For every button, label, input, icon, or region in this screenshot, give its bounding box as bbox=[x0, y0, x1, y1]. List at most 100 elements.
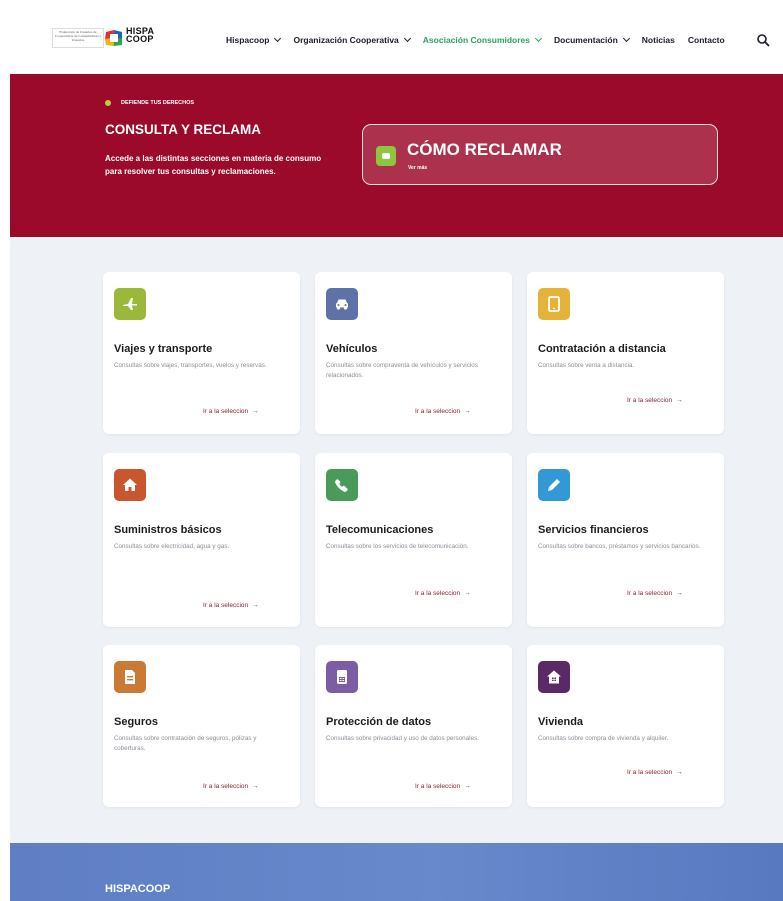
card-suministros-basicos[interactable]: Suministros básicos Consultas sobre elec… bbox=[103, 453, 300, 627]
nav-label: Asociación Consumidores bbox=[422, 35, 531, 45]
airplane-icon bbox=[114, 288, 146, 320]
card-title: Suministros básicos bbox=[114, 524, 222, 536]
site-footer: HISPACOOP bbox=[10, 843, 783, 901]
arrow-right-icon: → bbox=[464, 408, 471, 415]
arrow-right-icon: → bbox=[676, 590, 683, 597]
car-icon bbox=[326, 288, 358, 320]
card-description: Consultas sobre viajes, transportes, vue… bbox=[114, 362, 267, 369]
card-link[interactable]: Ir a la seleccion → bbox=[627, 397, 683, 404]
nav-item-hispacoop[interactable]: Hispacoop bbox=[226, 34, 282, 45]
card-title: Servicios financieros bbox=[538, 524, 649, 536]
house-icon bbox=[538, 661, 570, 693]
card-link[interactable]: Ir a la seleccion → bbox=[627, 590, 683, 597]
card-title: Protección de datos bbox=[326, 716, 432, 728]
phone-icon bbox=[326, 469, 358, 501]
ver-mas-link[interactable]: Ver más bbox=[408, 165, 427, 171]
nav-label: Organización Cooperativa bbox=[293, 35, 399, 45]
nav-item-noticias[interactable]: Noticias bbox=[642, 35, 675, 45]
arrow-right-icon: → bbox=[676, 397, 683, 404]
chevron-down-icon bbox=[622, 34, 630, 43]
link-label: Ir a la seleccion bbox=[203, 408, 249, 415]
data-icon bbox=[326, 661, 358, 693]
card-description: Consultas sobre contratación de seguros,… bbox=[114, 735, 257, 752]
nav-item-contacto[interactable]: Contacto bbox=[688, 35, 725, 45]
card-description: Consultas sobre compraventa de vehículos… bbox=[326, 362, 478, 379]
link-label: Ir a la seleccion bbox=[203, 602, 249, 609]
card-link[interactable]: Ir a la seleccion → bbox=[203, 408, 259, 415]
card-link[interactable]: Ir a la seleccion → bbox=[203, 783, 259, 790]
card-title: Vehículos bbox=[326, 343, 378, 355]
link-label: Ir a la seleccion bbox=[415, 783, 461, 790]
card-title: Vivienda bbox=[538, 716, 584, 728]
chevron-down-icon bbox=[274, 34, 282, 43]
federation-logo[interactable]: Federación de Usuarios de Cooperativas d… bbox=[52, 28, 104, 48]
link-label: Ir a la seleccion bbox=[627, 769, 673, 776]
link-label: Ir a la seleccion bbox=[415, 590, 461, 597]
card-link[interactable]: Ir a la seleccion → bbox=[415, 783, 471, 790]
card-vivienda[interactable]: Vivienda Consultas sobre compra de vivie… bbox=[527, 645, 724, 807]
card-link[interactable]: Ir a la seleccion → bbox=[415, 590, 471, 597]
brand-line-2: COOP bbox=[126, 34, 154, 44]
link-label: Ir a la seleccion bbox=[627, 590, 673, 597]
arrow-right-icon: → bbox=[464, 783, 471, 790]
card-description: Consultas sobre bancos, préstamos y serv… bbox=[538, 543, 701, 550]
card-servicios-financieros[interactable]: Servicios financieros Consultas sobre ba… bbox=[527, 453, 724, 627]
card-title: Seguros bbox=[114, 716, 159, 728]
chevron-down-icon bbox=[403, 34, 411, 43]
hero-description: Accede a las distintas secciones en mate… bbox=[105, 154, 322, 176]
card-title: Telecomunicaciones bbox=[326, 524, 434, 536]
hispacoop-logo-icon[interactable] bbox=[104, 28, 124, 48]
eyebrow-text: DEFIENDE TUS DERECHOS bbox=[121, 100, 195, 106]
nav-item-documentacion[interactable]: Documentación bbox=[554, 34, 630, 45]
nav-label: Noticias bbox=[641, 35, 675, 45]
hero-banner: DEFIENDE TUS DERECHOS CONSULTA Y RECLAMA… bbox=[10, 74, 783, 237]
logo-caption: Federación de Usuarios de Cooperativas d… bbox=[54, 30, 102, 43]
hero-eyebrow: DEFIENDE TUS DERECHOS bbox=[105, 100, 194, 106]
card-link[interactable]: Ir a la seleccion → bbox=[627, 769, 683, 776]
page: Federación de Usuarios de Cooperativas d… bbox=[10, 0, 783, 901]
card-telecomunicaciones[interactable]: Telecomunicaciones Consultas sobre los s… bbox=[315, 453, 512, 627]
card-description: Consultas sobre compra de vivienda y alq… bbox=[538, 735, 669, 742]
bullet-icon bbox=[105, 100, 111, 106]
card-proteccion-datos[interactable]: Protección de datos Consultas sobre priv… bbox=[315, 645, 512, 807]
nav-label: Hispacoop bbox=[226, 35, 270, 45]
card-description: Consultas sobre los servicios de telecom… bbox=[326, 543, 469, 550]
document-icon bbox=[114, 661, 146, 693]
link-label: Ir a la seleccion bbox=[627, 397, 673, 404]
arrow-right-icon: → bbox=[252, 602, 259, 609]
card-description: Consultas sobre venta a distancia. bbox=[538, 362, 635, 369]
como-reclamar-button[interactable]: CÓMO RECLAMAR Ver más bbox=[362, 124, 718, 185]
card-vehiculos[interactable]: Vehículos Consultas sobre compraventa de… bbox=[315, 272, 512, 434]
link-label: Ir a la seleccion bbox=[415, 408, 461, 415]
como-reclamar-title: CÓMO RECLAMAR bbox=[407, 140, 562, 159]
pencil-icon bbox=[538, 469, 570, 501]
arrow-right-icon: → bbox=[252, 783, 259, 790]
link-label: Ir a la seleccion bbox=[203, 783, 249, 790]
brand-wordmark[interactable]: HISPA COOP bbox=[126, 27, 154, 44]
chat-icon bbox=[376, 146, 396, 166]
card-link[interactable]: Ir a la seleccion → bbox=[203, 602, 259, 609]
card-description: Consultas sobre privacidad y uso de dato… bbox=[326, 735, 479, 742]
card-viajes-transporte[interactable]: Viajes y transporte Consultas sobre viaj… bbox=[103, 272, 300, 434]
hero-title: CONSULTA Y RECLAMA bbox=[105, 122, 262, 137]
nav-label: Contacto bbox=[687, 35, 725, 45]
card-title: Contratación a distancia bbox=[538, 343, 666, 355]
card-title: Viajes y transporte bbox=[114, 343, 213, 355]
site-header: Federación de Usuarios de Cooperativas d… bbox=[10, 0, 783, 74]
arrow-right-icon: → bbox=[676, 769, 683, 776]
card-contratacion-distancia[interactable]: Contratación a distancia Consultas sobre… bbox=[527, 272, 724, 434]
card-link[interactable]: Ir a la seleccion → bbox=[415, 408, 471, 415]
chevron-down-icon bbox=[534, 34, 543, 43]
arrow-right-icon: → bbox=[464, 590, 471, 597]
nav-label: Documentación bbox=[554, 35, 618, 45]
card-seguros[interactable]: Seguros Consultas sobre contratación de … bbox=[103, 645, 300, 807]
tablet-icon bbox=[538, 288, 570, 320]
search-icon[interactable] bbox=[756, 33, 770, 47]
arrow-right-icon: → bbox=[252, 408, 259, 415]
card-description: Consultas sobre electricidad, agua y gas… bbox=[114, 543, 230, 550]
main-nav: Hispacoop Organización Cooperativa Asoci… bbox=[226, 34, 738, 45]
footer-brand: HISPACOOP bbox=[105, 883, 171, 895]
nav-item-organizacion-cooperativa[interactable]: Organización Cooperativa bbox=[293, 34, 411, 45]
home-icon bbox=[114, 469, 146, 501]
nav-item-asociacion-consumidores[interactable]: Asociación Consumidores bbox=[422, 34, 543, 45]
